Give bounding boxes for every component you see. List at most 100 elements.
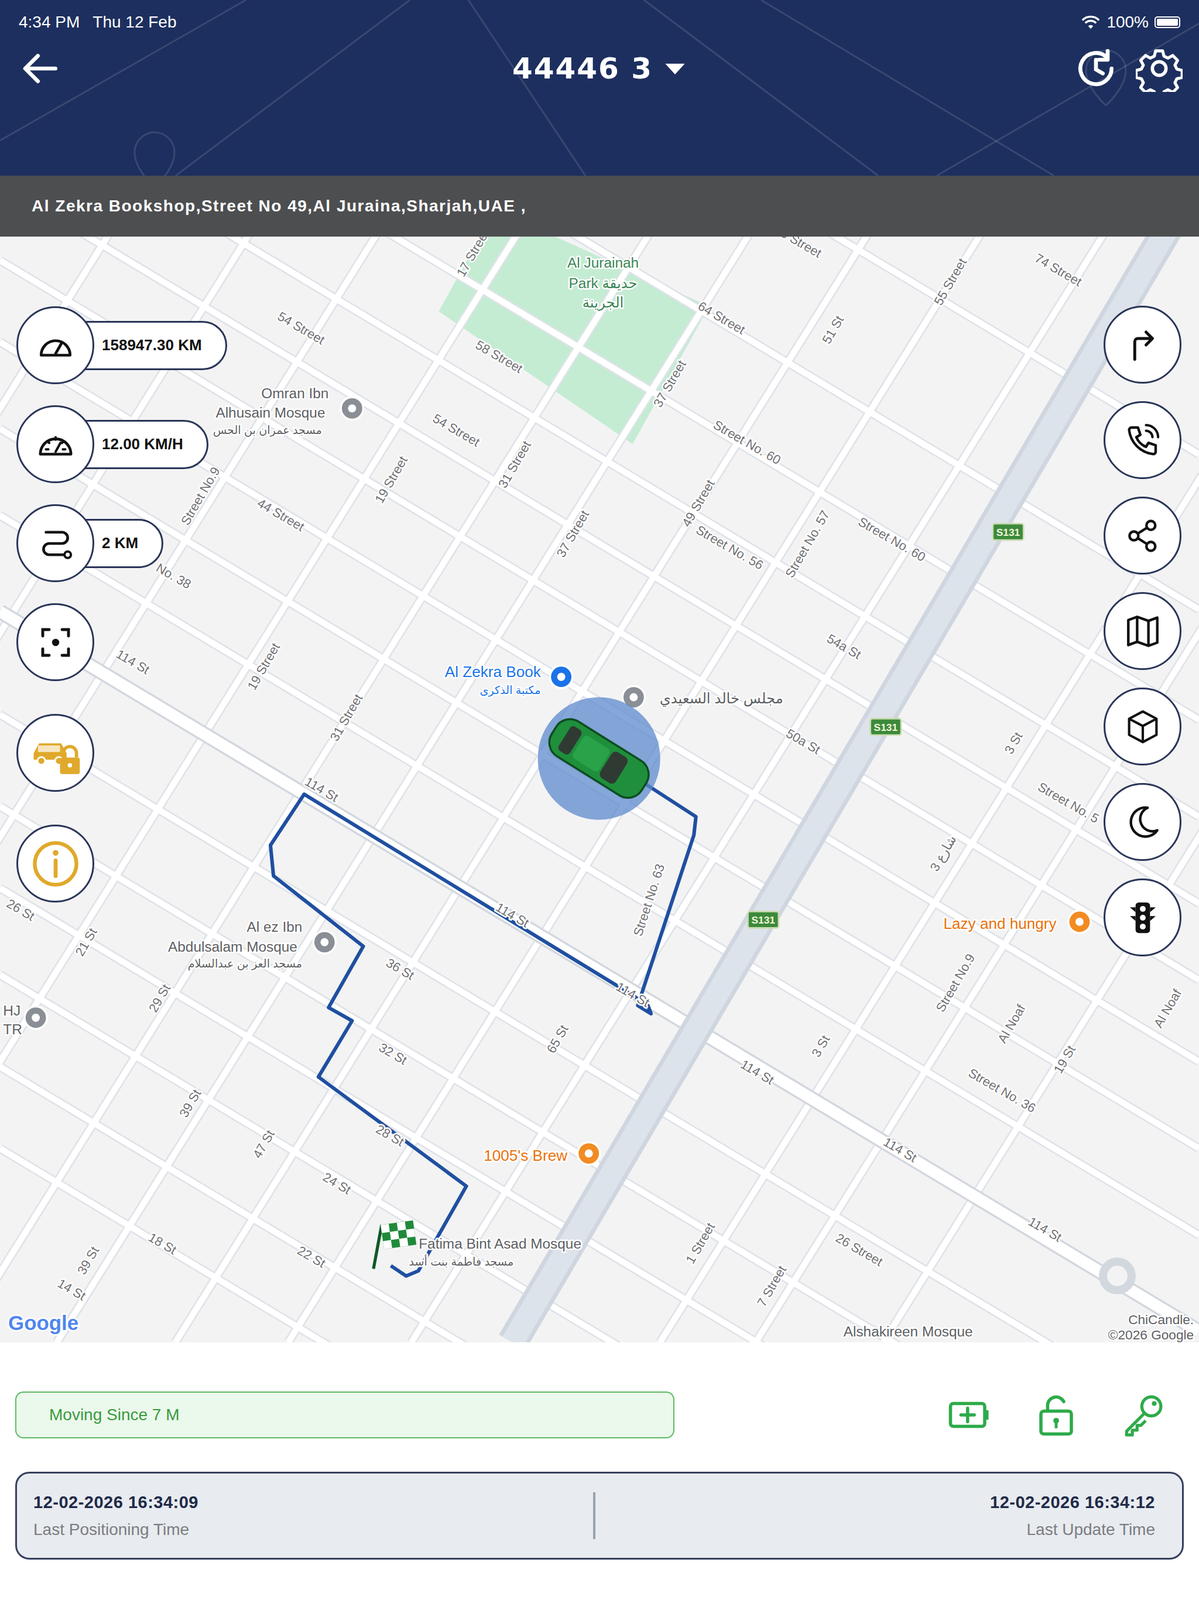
poi-pin-icon[interactable] (577, 1141, 601, 1164)
map-label: 114 St (492, 899, 532, 930)
map-label: 14 St (55, 1275, 89, 1303)
speed-button[interactable] (16, 405, 95, 483)
vehicle-title: 44446 3 (512, 51, 653, 86)
map-label: Alhusain Mosque (215, 404, 325, 421)
road-shield: S131 (870, 718, 902, 735)
settings-button[interactable] (1131, 40, 1188, 97)
car-lock-button[interactable] (16, 713, 95, 792)
route-line (270, 780, 697, 1276)
time-card: 12-02-2026 16:34:09 Last Positioning Tim… (15, 1471, 1184, 1560)
map-label: 114 St (113, 646, 153, 677)
tracking-screen: 4:34 PM Thu 12 Feb 100% 44446 3 17 Stree… (0, 0, 1199, 1600)
battery-button[interactable] (946, 1391, 993, 1438)
map-label: مسجد فاطمة بنت أسد (409, 1254, 515, 1268)
svg-text:S131: S131 (874, 721, 899, 733)
poi-pin-icon[interactable] (313, 930, 336, 954)
map-label: شارع 3 (926, 832, 959, 874)
divider (593, 1491, 596, 1539)
map-label: 55 Street (930, 255, 970, 308)
odometer-button[interactable] (16, 306, 95, 385)
moon-icon (1123, 802, 1163, 842)
map-label: Al Jurainah (567, 254, 639, 271)
key-icon (1119, 1391, 1166, 1438)
time-item: 12-02-2026 16:34:12 Last Update Time (607, 1492, 1156, 1539)
map-label: 21 St (72, 925, 100, 959)
map-label: 26 St (4, 895, 38, 924)
map-label: 22 St (295, 1242, 329, 1271)
map-label: مسجد عمران بن الحس (213, 423, 322, 437)
map-label: 114 St (738, 1056, 777, 1087)
bottom-panel: Moving Since 7 M 12-02-2026 16:34:09 Las… (0, 1341, 1199, 1600)
map[interactable]: 17 Street70 Street74 Street55 Street64 S… (0, 175, 1199, 1342)
map-label: 7 Street (754, 1262, 790, 1310)
map-attribution: ©2026 Google (1108, 1326, 1194, 1342)
road-shield: S131 (748, 911, 779, 928)
history-icon (1072, 45, 1120, 92)
map-label: الجرينة (582, 294, 625, 311)
share-button[interactable] (1103, 496, 1182, 575)
key-button[interactable] (1119, 1391, 1166, 1438)
poi-pin-icon[interactable] (1068, 910, 1091, 933)
streets (0, 175, 1199, 1342)
google-logo: Google (8, 1310, 79, 1334)
recenter-icon (36, 622, 75, 662)
phone-icon (1123, 420, 1163, 460)
distance-button[interactable] (16, 504, 95, 582)
battery-plus-icon (946, 1391, 993, 1438)
traffic-button[interactable] (1103, 878, 1182, 957)
map-label: 64 Street (695, 298, 748, 338)
clock: 4:34 PM (18, 12, 80, 32)
info-button[interactable] (16, 824, 95, 903)
call-button[interactable] (1103, 401, 1182, 479)
map-label: 29 St (145, 981, 174, 1015)
time-value: 12-02-2026 16:34:12 (989, 1492, 1156, 1512)
battery-percent: 100% (1106, 12, 1149, 32)
map-label: Street No.9 (177, 464, 224, 528)
3d-view-button[interactable] (1103, 687, 1182, 766)
poi-pin-icon[interactable] (549, 665, 572, 688)
map-label: 32 St (376, 1039, 410, 1068)
route-distance-icon (36, 523, 75, 563)
map-label: Street No. 60 (710, 416, 784, 468)
lock-open-icon (1033, 1391, 1079, 1438)
map-label: 39 St (74, 1243, 102, 1277)
date: Thu 12 Feb (92, 12, 177, 32)
map-label: No. 38 (153, 560, 194, 592)
map-label: 51 St (819, 313, 847, 347)
history-button[interactable] (1067, 40, 1125, 97)
car-lock-icon (29, 726, 82, 780)
odometer-icon (36, 326, 75, 365)
map-label: Abdulsalam Mosque (168, 938, 298, 955)
map-label: 54 Street (275, 308, 328, 348)
map-label: Al Zekra Book (444, 662, 542, 681)
speedometer-icon (36, 425, 75, 464)
directions-button[interactable] (1103, 305, 1182, 384)
map-label: Al ez Ibn (246, 918, 303, 935)
poi-pin-icon[interactable] (340, 396, 363, 420)
back-arrow-icon (16, 45, 64, 92)
folded-map-icon (1123, 611, 1163, 651)
map-label: 31 Street (495, 437, 534, 491)
map-type-button[interactable] (1103, 591, 1182, 670)
vehicle-marker[interactable] (538, 697, 661, 820)
map-label: Park حديقة (569, 275, 638, 291)
recenter-button[interactable] (16, 603, 95, 681)
poi-pin-icon[interactable] (24, 1006, 47, 1029)
map-label: Street No. 60 (855, 514, 929, 565)
stat-distance: 2 KM (16, 504, 164, 582)
map-label: Fatima Bint Asad Mosque (418, 1235, 582, 1252)
map-label: Street No. 63 (630, 861, 668, 938)
map-label: 3 St (1001, 729, 1026, 757)
vehicle-selector[interactable]: 44446 3 (508, 50, 691, 87)
map-label: 44 Street (254, 495, 307, 534)
map-label: 54 Street (430, 410, 483, 450)
stat-speed: 12.00 KM/H (16, 405, 209, 483)
map-label: 3 St (808, 1032, 833, 1060)
unlock-button[interactable] (1033, 1391, 1079, 1438)
map-attribution: ChiCandle. (1128, 1311, 1194, 1327)
map-label: 24 St (320, 1169, 354, 1197)
back-button[interactable] (11, 40, 509, 97)
svg-text:S131: S131 (751, 913, 776, 926)
night-mode-button[interactable] (1103, 782, 1182, 861)
road-shield: S131 (992, 523, 1024, 540)
